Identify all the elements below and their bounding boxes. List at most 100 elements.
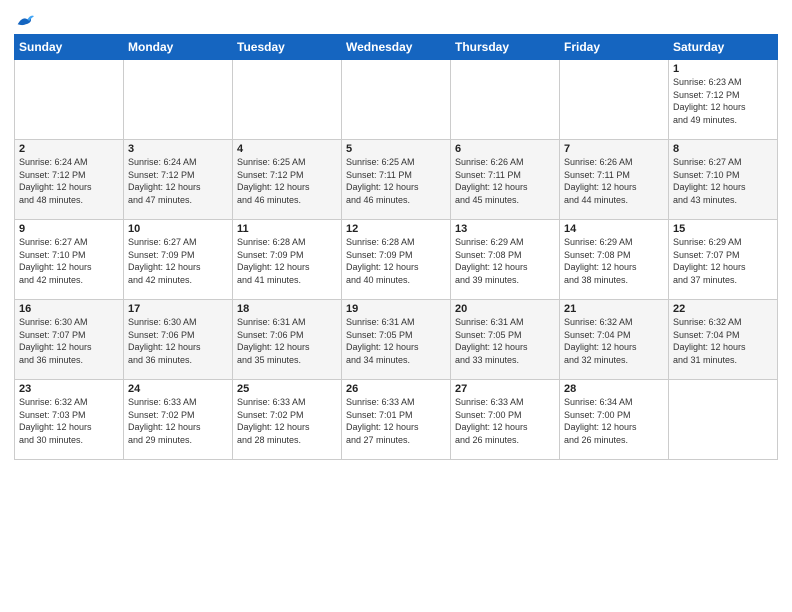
day-cell: 14Sunrise: 6:29 AM Sunset: 7:08 PM Dayli… [560, 220, 669, 300]
day-cell: 10Sunrise: 6:27 AM Sunset: 7:09 PM Dayli… [124, 220, 233, 300]
day-cell: 25Sunrise: 6:33 AM Sunset: 7:02 PM Dayli… [233, 380, 342, 460]
day-cell: 22Sunrise: 6:32 AM Sunset: 7:04 PM Dayli… [669, 300, 778, 380]
day-number: 16 [19, 303, 119, 315]
day-cell: 17Sunrise: 6:30 AM Sunset: 7:06 PM Dayli… [124, 300, 233, 380]
day-info: Sunrise: 6:26 AM Sunset: 7:11 PM Dayligh… [455, 156, 555, 206]
day-number: 26 [346, 383, 446, 395]
col-header-monday: Monday [124, 35, 233, 60]
day-number: 11 [237, 223, 337, 235]
day-number: 13 [455, 223, 555, 235]
day-info: Sunrise: 6:32 AM Sunset: 7:03 PM Dayligh… [19, 396, 119, 446]
day-number: 8 [673, 143, 773, 155]
day-number: 9 [19, 223, 119, 235]
logo-bird-icon [16, 14, 34, 28]
day-cell: 11Sunrise: 6:28 AM Sunset: 7:09 PM Dayli… [233, 220, 342, 300]
col-header-sunday: Sunday [15, 35, 124, 60]
day-cell: 27Sunrise: 6:33 AM Sunset: 7:00 PM Dayli… [451, 380, 560, 460]
day-info: Sunrise: 6:25 AM Sunset: 7:12 PM Dayligh… [237, 156, 337, 206]
day-info: Sunrise: 6:27 AM Sunset: 7:09 PM Dayligh… [128, 236, 228, 286]
week-row-4: 16Sunrise: 6:30 AM Sunset: 7:07 PM Dayli… [15, 300, 778, 380]
day-cell [15, 60, 124, 140]
calendar-table: SundayMondayTuesdayWednesdayThursdayFrid… [14, 34, 778, 460]
day-number: 23 [19, 383, 119, 395]
day-info: Sunrise: 6:23 AM Sunset: 7:12 PM Dayligh… [673, 76, 773, 126]
week-row-5: 23Sunrise: 6:32 AM Sunset: 7:03 PM Dayli… [15, 380, 778, 460]
day-cell: 5Sunrise: 6:25 AM Sunset: 7:11 PM Daylig… [342, 140, 451, 220]
day-number: 6 [455, 143, 555, 155]
day-cell: 13Sunrise: 6:29 AM Sunset: 7:08 PM Dayli… [451, 220, 560, 300]
week-row-2: 2Sunrise: 6:24 AM Sunset: 7:12 PM Daylig… [15, 140, 778, 220]
day-cell: 7Sunrise: 6:26 AM Sunset: 7:11 PM Daylig… [560, 140, 669, 220]
day-cell: 8Sunrise: 6:27 AM Sunset: 7:10 PM Daylig… [669, 140, 778, 220]
day-number: 19 [346, 303, 446, 315]
day-cell: 19Sunrise: 6:31 AM Sunset: 7:05 PM Dayli… [342, 300, 451, 380]
day-number: 2 [19, 143, 119, 155]
day-cell: 21Sunrise: 6:32 AM Sunset: 7:04 PM Dayli… [560, 300, 669, 380]
day-number: 25 [237, 383, 337, 395]
header [14, 10, 778, 28]
col-header-saturday: Saturday [669, 35, 778, 60]
day-cell: 15Sunrise: 6:29 AM Sunset: 7:07 PM Dayli… [669, 220, 778, 300]
day-info: Sunrise: 6:31 AM Sunset: 7:05 PM Dayligh… [346, 316, 446, 366]
day-cell [669, 380, 778, 460]
day-info: Sunrise: 6:24 AM Sunset: 7:12 PM Dayligh… [128, 156, 228, 206]
day-info: Sunrise: 6:28 AM Sunset: 7:09 PM Dayligh… [346, 236, 446, 286]
day-cell [233, 60, 342, 140]
day-number: 3 [128, 143, 228, 155]
day-info: Sunrise: 6:27 AM Sunset: 7:10 PM Dayligh… [19, 236, 119, 286]
day-number: 7 [564, 143, 664, 155]
col-header-wednesday: Wednesday [342, 35, 451, 60]
day-number: 17 [128, 303, 228, 315]
day-cell: 1Sunrise: 6:23 AM Sunset: 7:12 PM Daylig… [669, 60, 778, 140]
day-info: Sunrise: 6:29 AM Sunset: 7:08 PM Dayligh… [564, 236, 664, 286]
day-info: Sunrise: 6:27 AM Sunset: 7:10 PM Dayligh… [673, 156, 773, 206]
week-row-3: 9Sunrise: 6:27 AM Sunset: 7:10 PM Daylig… [15, 220, 778, 300]
day-number: 22 [673, 303, 773, 315]
page: SundayMondayTuesdayWednesdayThursdayFrid… [0, 0, 792, 612]
day-number: 24 [128, 383, 228, 395]
day-cell: 20Sunrise: 6:31 AM Sunset: 7:05 PM Dayli… [451, 300, 560, 380]
day-info: Sunrise: 6:29 AM Sunset: 7:07 PM Dayligh… [673, 236, 773, 286]
day-info: Sunrise: 6:25 AM Sunset: 7:11 PM Dayligh… [346, 156, 446, 206]
col-header-tuesday: Tuesday [233, 35, 342, 60]
day-cell: 23Sunrise: 6:32 AM Sunset: 7:03 PM Dayli… [15, 380, 124, 460]
day-number: 21 [564, 303, 664, 315]
day-cell: 6Sunrise: 6:26 AM Sunset: 7:11 PM Daylig… [451, 140, 560, 220]
day-cell: 3Sunrise: 6:24 AM Sunset: 7:12 PM Daylig… [124, 140, 233, 220]
day-info: Sunrise: 6:33 AM Sunset: 7:01 PM Dayligh… [346, 396, 446, 446]
day-number: 12 [346, 223, 446, 235]
week-row-1: 1Sunrise: 6:23 AM Sunset: 7:12 PM Daylig… [15, 60, 778, 140]
day-info: Sunrise: 6:28 AM Sunset: 7:09 PM Dayligh… [237, 236, 337, 286]
day-number: 27 [455, 383, 555, 395]
day-info: Sunrise: 6:33 AM Sunset: 7:00 PM Dayligh… [455, 396, 555, 446]
logo-area [14, 10, 34, 28]
day-cell: 18Sunrise: 6:31 AM Sunset: 7:06 PM Dayli… [233, 300, 342, 380]
col-header-friday: Friday [560, 35, 669, 60]
day-number: 1 [673, 63, 773, 75]
day-info: Sunrise: 6:32 AM Sunset: 7:04 PM Dayligh… [564, 316, 664, 366]
day-cell [451, 60, 560, 140]
day-info: Sunrise: 6:31 AM Sunset: 7:05 PM Dayligh… [455, 316, 555, 366]
day-info: Sunrise: 6:31 AM Sunset: 7:06 PM Dayligh… [237, 316, 337, 366]
day-number: 18 [237, 303, 337, 315]
day-cell: 28Sunrise: 6:34 AM Sunset: 7:00 PM Dayli… [560, 380, 669, 460]
col-header-thursday: Thursday [451, 35, 560, 60]
day-info: Sunrise: 6:30 AM Sunset: 7:07 PM Dayligh… [19, 316, 119, 366]
day-cell: 4Sunrise: 6:25 AM Sunset: 7:12 PM Daylig… [233, 140, 342, 220]
day-cell: 2Sunrise: 6:24 AM Sunset: 7:12 PM Daylig… [15, 140, 124, 220]
day-cell: 12Sunrise: 6:28 AM Sunset: 7:09 PM Dayli… [342, 220, 451, 300]
day-cell: 9Sunrise: 6:27 AM Sunset: 7:10 PM Daylig… [15, 220, 124, 300]
day-info: Sunrise: 6:24 AM Sunset: 7:12 PM Dayligh… [19, 156, 119, 206]
day-number: 10 [128, 223, 228, 235]
day-cell [342, 60, 451, 140]
day-cell: 24Sunrise: 6:33 AM Sunset: 7:02 PM Dayli… [124, 380, 233, 460]
day-number: 14 [564, 223, 664, 235]
day-number: 5 [346, 143, 446, 155]
day-cell [560, 60, 669, 140]
day-info: Sunrise: 6:30 AM Sunset: 7:06 PM Dayligh… [128, 316, 228, 366]
day-number: 20 [455, 303, 555, 315]
day-cell [124, 60, 233, 140]
day-number: 28 [564, 383, 664, 395]
day-number: 4 [237, 143, 337, 155]
day-info: Sunrise: 6:29 AM Sunset: 7:08 PM Dayligh… [455, 236, 555, 286]
